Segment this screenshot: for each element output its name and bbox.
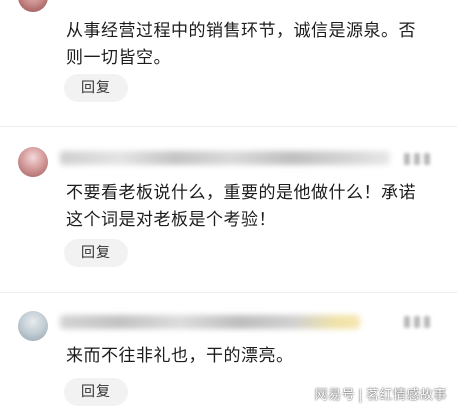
comment-text: 不要看老板说什么，重要的是他做什么！承诺这个词是对老板是个考验！ bbox=[66, 183, 416, 230]
watermark-separator: | bbox=[358, 388, 363, 403]
avatar[interactable] bbox=[18, 147, 48, 177]
reply-button[interactable]: 回复 bbox=[64, 239, 128, 267]
reply-button[interactable]: 回复 bbox=[64, 74, 128, 102]
comment-text: 从事经营过程中的销售环节，诚信是源泉。否则一切皆空。 bbox=[66, 21, 416, 68]
comment-item: 不要看老板说什么，重要的是他做什么！承诺这个词是对老板是个考验！ 回复 bbox=[0, 127, 457, 292]
watermark-account: 茗红情感故事 bbox=[365, 388, 447, 403]
username-blurred bbox=[60, 315, 360, 329]
more-options-icon[interactable] bbox=[404, 316, 430, 328]
more-options-icon[interactable] bbox=[404, 153, 430, 165]
comment-text: 来而不往非礼也，干的漂亮。 bbox=[66, 346, 294, 366]
username-blurred bbox=[60, 151, 390, 165]
watermark: 网易号 | 茗红情感故事 bbox=[315, 384, 447, 403]
reply-button[interactable]: 回复 bbox=[64, 378, 128, 406]
watermark-source: 网易号 bbox=[314, 388, 356, 403]
avatar[interactable] bbox=[18, 0, 48, 12]
comment-item: 从事经营过程中的销售环节，诚信是源泉。否则一切皆空。 回复 bbox=[0, 0, 457, 124]
avatar[interactable] bbox=[18, 311, 48, 341]
